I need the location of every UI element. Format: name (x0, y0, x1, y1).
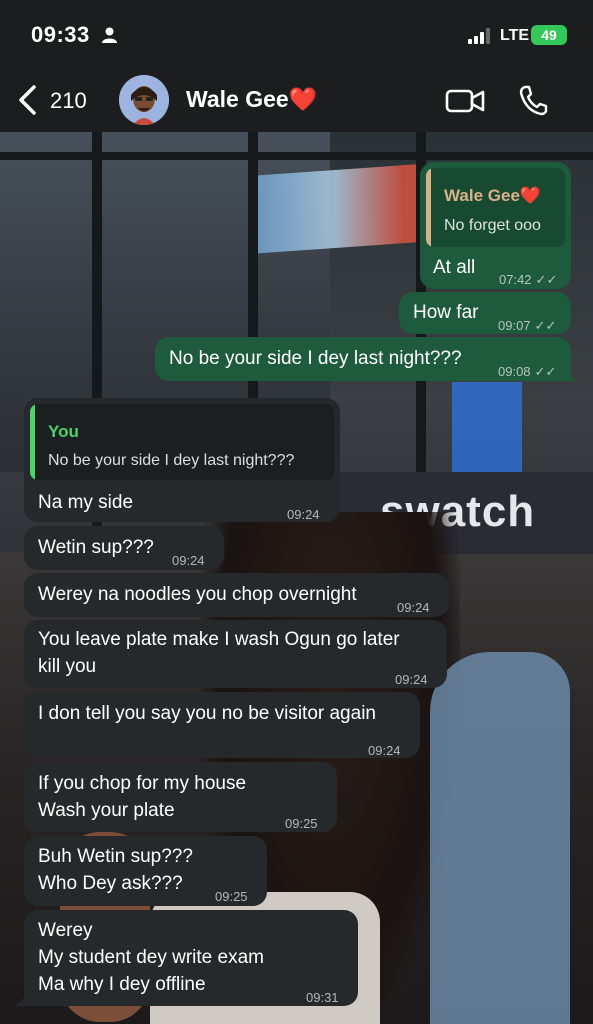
wallpaper-person-jacket (430, 652, 570, 1024)
message-bubble-incoming[interactable]: You No be your side I dey last night??? … (24, 398, 340, 522)
message-timestamp: 09:25 (215, 889, 248, 904)
message-timestamp: 09:25 (285, 816, 318, 831)
contact-name[interactable]: Wale Gee❤️ (186, 86, 317, 113)
quote-text: No be your side I dey last night??? (48, 452, 295, 469)
person-icon (102, 27, 117, 43)
message-timestamp: 07:42 (499, 272, 532, 287)
message-text: No be your side I dey last night??? (169, 348, 462, 369)
message-text: Na my side (38, 492, 134, 513)
message-text: Buh Wetin sup??? Who Dey ask??? (38, 846, 193, 894)
message-timestamp: 09:24 (287, 507, 320, 522)
message-bubble-outgoing[interactable]: No be your side I dey last night??? 09:0… (155, 337, 571, 381)
wallpaper-blue-panel (452, 382, 522, 472)
message-bubble-incoming[interactable]: I don tell you say you no be visitor aga… (24, 692, 420, 758)
message-bubble-incoming[interactable]: You leave plate make I wash Ogun go late… (24, 620, 447, 688)
quote-accent-bar (426, 168, 431, 247)
video-call-icon[interactable] (445, 88, 485, 114)
message-text: At all (433, 257, 476, 278)
quote-accent-bar (30, 404, 35, 480)
message-bubble-incoming[interactable]: Wetin sup??? 09:24 (24, 526, 224, 570)
message-timestamp: 09:08 (498, 364, 531, 379)
message-timestamp: 09:24 (395, 672, 428, 687)
wallpaper-frame (0, 152, 593, 160)
message-bubble-incoming[interactable]: If you chop for my house Wash your plate… (24, 762, 337, 832)
phone-call-icon[interactable] (518, 84, 548, 116)
back-chevron-icon[interactable] (16, 84, 38, 116)
message-bubble-incoming[interactable]: Buh Wetin sup??? Who Dey ask??? 09:25 (24, 836, 267, 906)
message-text: Werey na noodles you chop overnight (38, 584, 357, 605)
message-text: Wetin sup??? (38, 537, 154, 558)
quote-author: Wale Gee❤️ (444, 186, 542, 205)
message-bubble-incoming[interactable]: Werey na noodles you chop overnight 09:2… (24, 573, 449, 617)
message-timestamp: 09:24 (172, 553, 205, 568)
message-bubble-outgoing[interactable]: Wale Gee❤️ No forget ooo At all 07:42 ✓✓ (420, 162, 571, 289)
message-text: I don tell you say you no be visitor aga… (38, 703, 376, 724)
network-type: LTE (500, 27, 530, 44)
message-time: 07:42 ✓✓ (499, 266, 557, 293)
signal-icon (468, 28, 490, 44)
battery-indicator: 49 (531, 25, 567, 45)
bubble-tail (566, 366, 580, 381)
message-text: Werey My student dey write exam Ma why I… (38, 920, 264, 995)
message-timestamp: 09:31 (306, 990, 339, 1005)
message-time: 09:08 ✓✓ (498, 358, 556, 385)
message-timestamp: 09:07 (498, 318, 531, 333)
back-unread-count[interactable]: 210 (50, 88, 87, 114)
wallpaper-screen (250, 164, 420, 254)
message-timestamp: 09:24 (368, 743, 401, 758)
quote-text: No forget ooo (444, 217, 541, 234)
message-text: How far (413, 302, 479, 323)
bubble-tail (12, 991, 26, 1006)
quoted-message[interactable]: Wale Gee❤️ No forget ooo (426, 168, 565, 247)
quote-author: You (48, 422, 79, 441)
message-time: 09:07 ✓✓ (498, 312, 556, 339)
battery-level: 49 (541, 27, 557, 43)
status-time: 09:33 (31, 22, 90, 47)
message-text: If you chop for my house Wash your plate (38, 773, 247, 821)
message-bubble-outgoing[interactable]: How far 09:07 ✓✓ (399, 292, 571, 334)
read-receipt-icon: ✓✓ (534, 318, 557, 333)
message-bubble-incoming[interactable]: Werey My student dey write exam Ma why I… (24, 910, 358, 1006)
read-receipt-icon: ✓✓ (535, 272, 558, 287)
read-receipt-icon: ✓✓ (534, 364, 557, 379)
quoted-message[interactable]: You No be your side I dey last night??? (30, 404, 334, 480)
message-timestamp: 09:24 (397, 600, 430, 615)
message-text: You leave plate make I wash Ogun go late… (38, 629, 400, 677)
status-bar: 09:33 LTE 49 (0, 0, 593, 70)
